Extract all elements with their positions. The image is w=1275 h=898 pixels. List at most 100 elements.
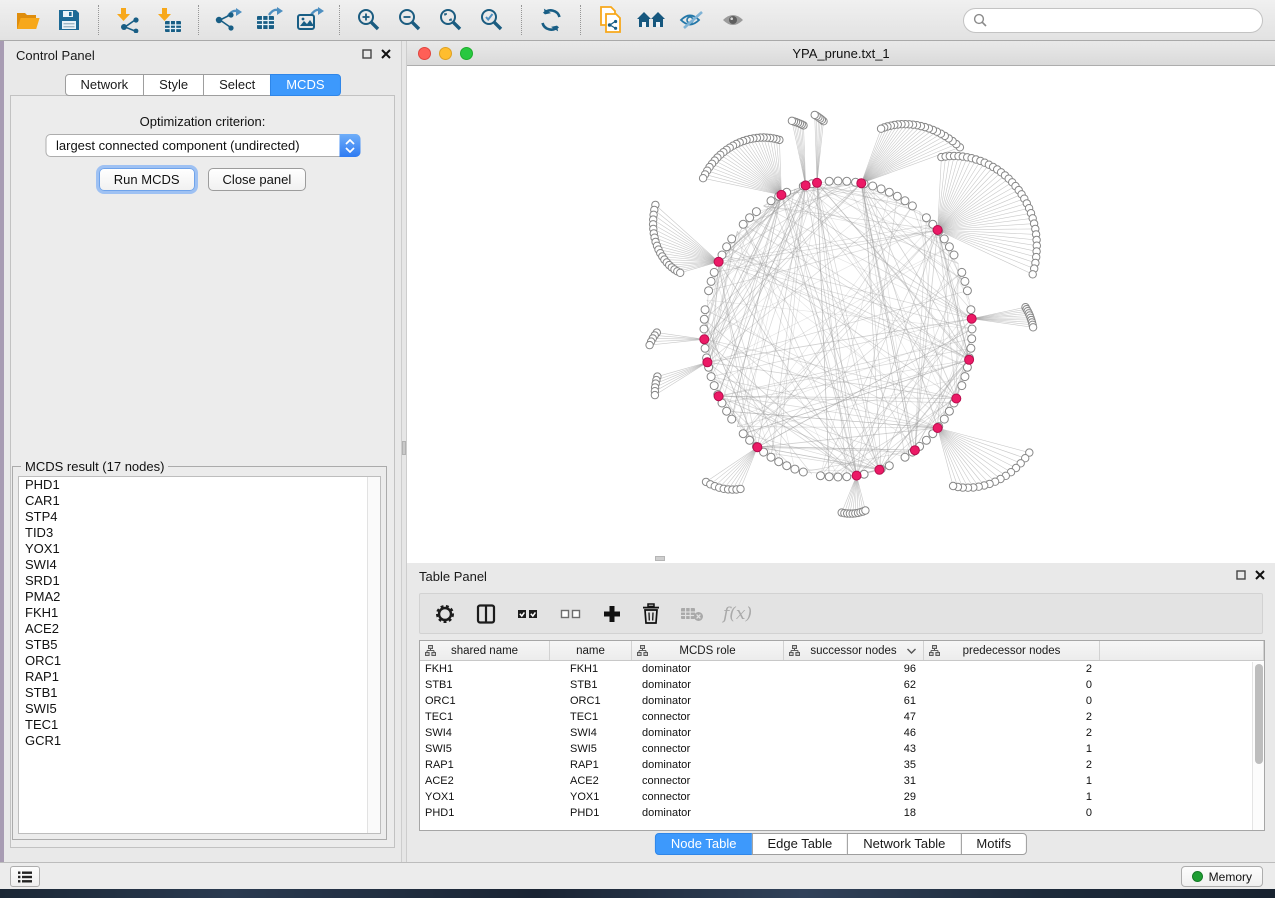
table-row[interactable]: ORC1ORC1dominator610 xyxy=(420,693,1264,709)
float-icon[interactable] xyxy=(362,49,372,59)
float-icon[interactable] xyxy=(1236,570,1246,580)
search-input[interactable] xyxy=(993,12,1253,28)
mcds-result-list[interactable]: PHD1CAR1STP4TID3YOX1SWI4SRD1PMA2FKH1ACE2… xyxy=(18,476,381,834)
run-mcds-button[interactable]: Run MCDS xyxy=(99,168,195,191)
list-item[interactable]: FKH1 xyxy=(19,605,380,621)
cell: RAP1 xyxy=(420,759,550,771)
table-scrollbar[interactable] xyxy=(1252,662,1264,830)
save-session-icon[interactable] xyxy=(53,5,85,35)
table-row[interactable]: ACE2ACE2connector311 xyxy=(420,773,1264,789)
list-item[interactable]: TID3 xyxy=(19,525,380,541)
network-window-titlebar[interactable]: YPA_prune.txt_1 xyxy=(407,41,1275,66)
zoom-fit-icon[interactable] xyxy=(435,5,467,35)
show-columns-icon[interactable] xyxy=(475,603,497,625)
column-header-predecessor-nodes[interactable]: predecessor nodes xyxy=(924,641,1100,660)
list-item[interactable]: SWI5 xyxy=(19,701,380,717)
table-row[interactable]: SWI4SWI4dominator462 xyxy=(420,725,1264,741)
clone-network-icon[interactable] xyxy=(594,5,626,35)
table-row[interactable]: FKH1FKH1dominator962 xyxy=(420,661,1264,677)
add-column-icon[interactable] xyxy=(602,604,622,624)
cell: TEC1 xyxy=(550,711,632,723)
table-row[interactable]: TEC1TEC1connector472 xyxy=(420,709,1264,725)
list-item[interactable]: PMA2 xyxy=(19,589,380,605)
close-icon[interactable] xyxy=(381,49,391,59)
table-mode-gear-icon[interactable] xyxy=(434,603,456,625)
list-item[interactable]: ORC1 xyxy=(19,653,380,669)
memory-button[interactable]: Memory xyxy=(1181,866,1263,887)
column-header-successor-nodes[interactable]: successor nodes xyxy=(784,641,924,660)
cell: dominator xyxy=(632,727,784,739)
cell: 31 xyxy=(784,775,924,787)
tab-network[interactable]: Network xyxy=(64,74,144,96)
hide-selected-icon[interactable] xyxy=(676,5,708,35)
tab-style[interactable]: Style xyxy=(143,74,204,96)
result-scrollbar[interactable] xyxy=(367,477,380,833)
column-header-shared-name[interactable]: shared name xyxy=(420,641,550,660)
list-item[interactable]: CAR1 xyxy=(19,493,380,509)
list-item[interactable]: GCR1 xyxy=(19,733,380,749)
list-item[interactable]: YOX1 xyxy=(19,541,380,557)
memory-label: Memory xyxy=(1209,870,1252,884)
show-all-icon[interactable] xyxy=(717,5,749,35)
export-image-icon[interactable] xyxy=(294,5,326,35)
deselect-all-icon[interactable] xyxy=(559,603,583,625)
cell: 0 xyxy=(924,679,1100,691)
memory-status-icon xyxy=(1192,871,1203,882)
close-icon[interactable] xyxy=(1255,570,1265,580)
node-table[interactable]: shared namenameMCDS rolesuccessor nodesp… xyxy=(419,640,1265,831)
network-graph[interactable] xyxy=(407,66,1275,562)
table-row[interactable]: YOX1YOX1connector291 xyxy=(420,789,1264,805)
tab-network-table[interactable]: Network Table xyxy=(847,833,961,855)
cell: 96 xyxy=(784,663,924,675)
list-item[interactable]: ACE2 xyxy=(19,621,380,637)
cell: 2 xyxy=(924,759,1100,771)
tab-select[interactable]: Select xyxy=(203,74,271,96)
tab-motifs[interactable]: Motifs xyxy=(960,833,1027,855)
tab-node-table[interactable]: Node Table xyxy=(655,833,753,855)
tab-mcds[interactable]: MCDS xyxy=(270,74,340,96)
scrollbar-thumb[interactable] xyxy=(1255,664,1263,764)
table-row[interactable]: RAP1RAP1dominator352 xyxy=(420,757,1264,773)
toolbar-separator xyxy=(521,5,522,35)
table-row[interactable]: SWI5SWI5connector431 xyxy=(420,741,1264,757)
cell: ORC1 xyxy=(550,695,632,707)
delete-column-icon[interactable] xyxy=(641,603,661,625)
open-file-icon[interactable] xyxy=(12,5,44,35)
export-network-icon[interactable] xyxy=(212,5,244,35)
export-table-icon[interactable] xyxy=(253,5,285,35)
table-row[interactable]: STB1STB1dominator620 xyxy=(420,677,1264,693)
list-item[interactable]: STB1 xyxy=(19,685,380,701)
list-item[interactable]: STP4 xyxy=(19,509,380,525)
first-neighbors-icon[interactable] xyxy=(635,5,667,35)
application-window: Control Panel NetworkStyleSelectMCDS Opt… xyxy=(0,0,1275,898)
list-item[interactable]: PHD1 xyxy=(19,477,380,493)
cell: dominator xyxy=(632,679,784,691)
zoom-selected-icon[interactable] xyxy=(476,5,508,35)
search-field[interactable] xyxy=(963,8,1263,33)
list-item[interactable]: RAP1 xyxy=(19,669,380,685)
list-item[interactable]: STB5 xyxy=(19,637,380,653)
import-table-icon[interactable] xyxy=(153,5,185,35)
list-item[interactable]: SRD1 xyxy=(19,573,380,589)
tab-edge-table[interactable]: Edge Table xyxy=(751,833,848,855)
show-panels-button[interactable] xyxy=(10,866,40,887)
list-icon xyxy=(17,870,33,884)
network-canvas[interactable] xyxy=(407,66,1275,563)
column-header-MCDS-role[interactable]: MCDS role xyxy=(632,641,784,660)
zoom-in-icon[interactable] xyxy=(353,5,385,35)
list-item[interactable]: SWI4 xyxy=(19,557,380,573)
cell: 2 xyxy=(924,711,1100,723)
table-row[interactable]: PHD1PHD1dominator180 xyxy=(420,805,1264,821)
dropdown-value: largest connected component (undirected) xyxy=(46,138,339,153)
cell: 0 xyxy=(924,695,1100,707)
select-all-icon[interactable] xyxy=(516,603,540,625)
list-item[interactable]: TEC1 xyxy=(19,717,380,733)
column-header-name[interactable]: name xyxy=(550,641,632,660)
import-network-icon[interactable] xyxy=(112,5,144,35)
refresh-icon[interactable] xyxy=(535,5,567,35)
zoom-out-icon[interactable] xyxy=(394,5,426,35)
horizontal-splitter[interactable] xyxy=(655,556,665,561)
optimization-dropdown[interactable]: largest connected component (undirected) xyxy=(45,134,360,157)
close-panel-button[interactable]: Close panel xyxy=(208,168,307,191)
optimization-label: Optimization criterion: xyxy=(4,114,401,129)
